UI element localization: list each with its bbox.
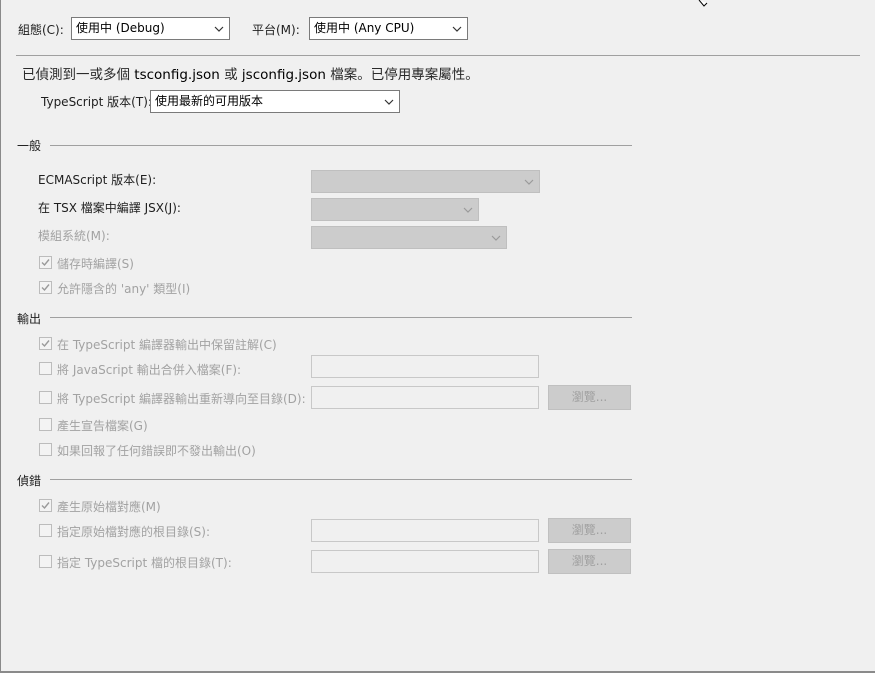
module-system-dropdown[interactable] xyxy=(311,226,507,249)
combine-js-path-input[interactable] xyxy=(311,355,539,378)
notice-message: 已偵測到一或多個 tsconfig.json 或 jsconfig.json 檔… xyxy=(22,63,479,83)
section-title-output: 輸出 xyxy=(17,312,42,326)
browse-button[interactable]: 瀏覽... xyxy=(548,385,631,410)
source-root-checkbox[interactable] xyxy=(39,555,52,568)
source-root-label: 指定 TypeScript 檔的根目錄(T): xyxy=(57,556,232,570)
gen-source-maps-label: 產生原始檔對應(M) xyxy=(57,500,161,514)
notice-file-jsconfig: jsconfig.json xyxy=(241,67,326,83)
header-separator xyxy=(16,55,860,56)
redirect-output-path-input[interactable] xyxy=(311,386,539,409)
chevron-down-icon xyxy=(213,18,225,39)
gen-declarations-checkbox[interactable] xyxy=(39,418,52,431)
config-dropdown[interactable]: 使用中 (Debug) xyxy=(71,17,230,40)
checkmark-icon xyxy=(41,259,50,267)
map-root-label: 指定原始檔對應的根目錄(S): xyxy=(57,525,211,539)
chevron-down-icon xyxy=(451,18,463,39)
config-value: 使用中 (Debug) xyxy=(76,21,165,35)
checkmark-icon xyxy=(41,502,50,510)
chevron-down-icon xyxy=(383,91,395,112)
section-title-general: 一般 xyxy=(17,139,42,153)
browse-source-root-button[interactable]: 瀏覽... xyxy=(548,549,631,574)
window-border-left xyxy=(0,0,1,673)
notice-file-tsconfig: tsconfig.json xyxy=(134,67,220,83)
map-root-checkbox[interactable] xyxy=(39,524,52,537)
compile-on-save-label: 儲存時編譯(S) xyxy=(57,257,134,271)
platform-dropdown[interactable]: 使用中 (Any CPU) xyxy=(309,17,468,40)
notice-text: 已偵測到一或多個 xyxy=(22,67,135,83)
gen-declarations-label: 產生宣告檔案(G) xyxy=(57,419,148,433)
ecma-version-dropdown[interactable] xyxy=(311,170,540,193)
ts-version-label: TypeScript 版本(T): xyxy=(41,95,152,109)
module-system-label: 模組系統(M): xyxy=(38,229,110,243)
source-root-path-input[interactable] xyxy=(311,550,539,573)
browse-map-root-button[interactable]: 瀏覽... xyxy=(548,518,631,543)
keep-comments-label: 在 TypeScript 編譯器輸出中保留註解(C) xyxy=(57,338,277,352)
section-separator xyxy=(50,479,632,480)
platform-label: 平台(M): xyxy=(252,23,300,37)
checkmark-icon xyxy=(41,340,50,348)
map-root-path-input[interactable] xyxy=(311,519,539,542)
section-separator xyxy=(50,145,632,146)
combine-js-label: 將 JavaScript 輸出合併入檔案(F): xyxy=(57,363,242,377)
implicit-any-checkbox[interactable] xyxy=(39,281,52,294)
redirect-output-checkbox[interactable] xyxy=(39,391,52,404)
no-emit-on-error-checkbox[interactable] xyxy=(39,443,52,456)
checkmark-icon xyxy=(41,284,50,292)
jsx-dropdown[interactable] xyxy=(311,198,479,221)
keep-comments-checkbox[interactable] xyxy=(39,337,52,350)
redirect-output-label: 將 TypeScript 編譯器輸出重新導向至目錄(D): xyxy=(57,392,306,406)
ts-version-value: 使用最新的可用版本 xyxy=(155,94,264,108)
jsx-label: 在 TSX 檔案中編譯 JSX(J): xyxy=(38,201,181,215)
section-title-debug: 偵錯 xyxy=(17,474,42,488)
gen-source-maps-checkbox[interactable] xyxy=(39,499,52,512)
notice-text: 或 xyxy=(219,67,242,83)
ts-version-dropdown[interactable]: 使用最新的可用版本 xyxy=(150,90,400,113)
platform-value: 使用中 (Any CPU) xyxy=(314,21,415,35)
combine-js-checkbox[interactable] xyxy=(39,362,52,375)
notice-text: 檔案。已停用專案屬性。 xyxy=(325,67,479,83)
compile-on-save-checkbox[interactable] xyxy=(39,256,52,269)
config-label: 組態(C): xyxy=(18,23,64,37)
chevron-down-icon xyxy=(523,171,535,192)
implicit-any-label: 允許隱含的 'any' 類型(I) xyxy=(57,282,191,296)
section-separator xyxy=(50,317,632,318)
chevron-down-icon xyxy=(490,227,502,248)
ecma-version-label: ECMAScript 版本(E): xyxy=(38,173,157,187)
mouse-cursor-icon xyxy=(698,0,708,7)
chevron-down-icon xyxy=(462,199,474,220)
no-emit-on-error-label: 如果回報了任何錯誤即不發出輸出(O) xyxy=(57,444,256,458)
